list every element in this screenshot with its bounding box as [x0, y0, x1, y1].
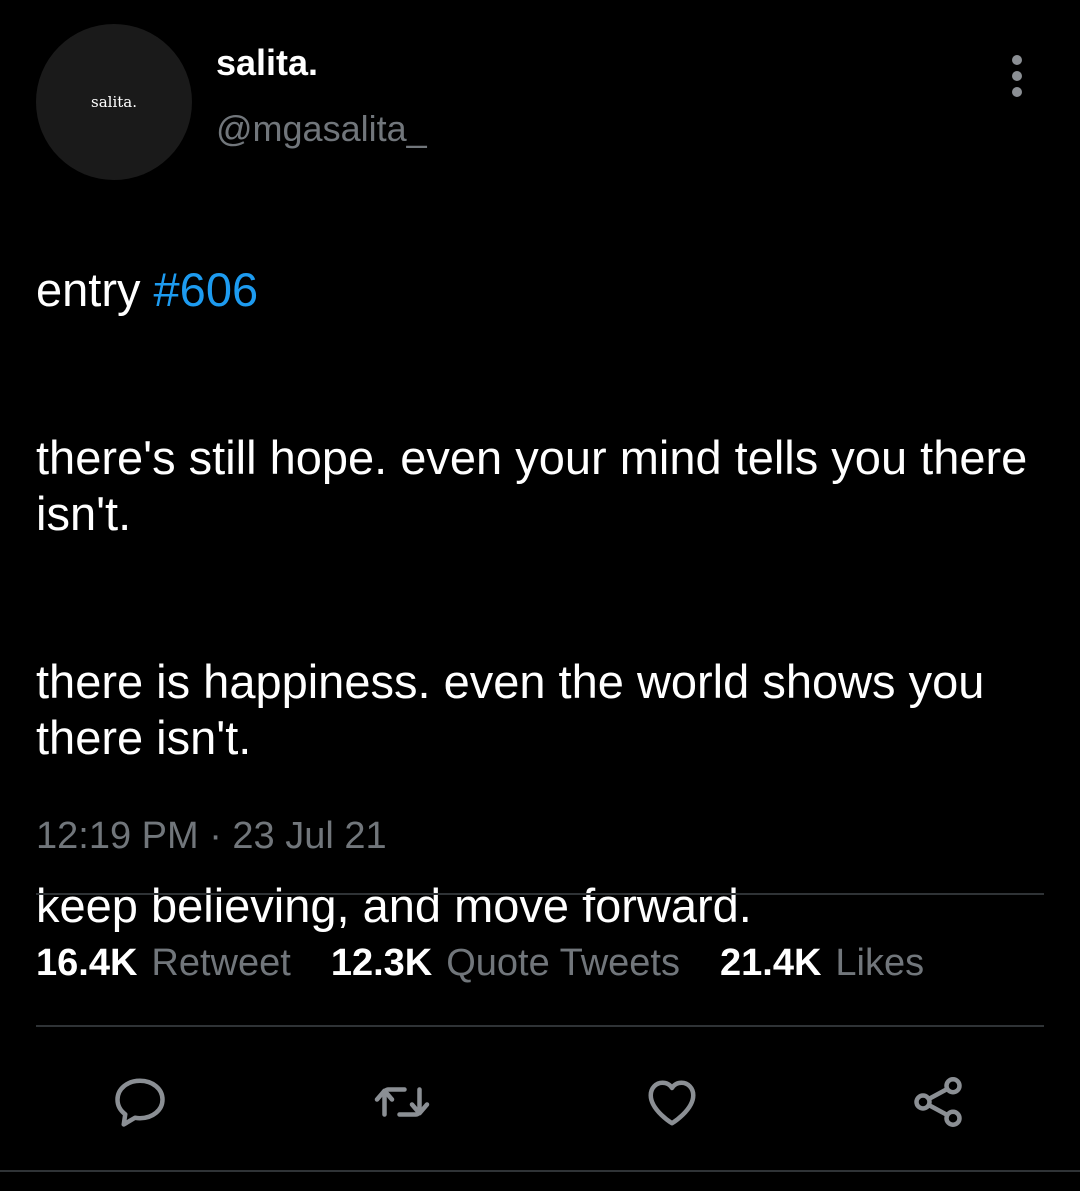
avatar-logo-text: salita. — [91, 93, 137, 111]
heart-icon — [648, 1080, 696, 1126]
likes-count: 21.4K — [720, 942, 822, 984]
tweet-paragraph: there is happiness. even the world shows… — [36, 655, 985, 764]
quote-tweets-count: 12.3K — [330, 942, 433, 984]
tweet-text: entry #606 there's still hope. even your… — [36, 206, 1046, 990]
like-button[interactable] — [640, 1070, 704, 1134]
share-button[interactable] — [906, 1070, 970, 1134]
retweets-stat[interactable]: 16.4K Retweet — [36, 936, 291, 990]
retweets-label: Retweet — [151, 942, 291, 984]
likes-stat[interactable]: 21.4K Likes — [720, 936, 924, 990]
reply-button[interactable] — [108, 1070, 172, 1134]
tweet-paragraph: keep believing, and move forward. — [36, 879, 752, 932]
avatar[interactable]: salita. — [36, 24, 192, 180]
retweet-icon — [374, 1087, 430, 1117]
more-vertical-icon — [1012, 55, 1022, 65]
more-dot — [1012, 71, 1022, 81]
quote-tweets-label: Quote Tweets — [446, 942, 680, 984]
more-dot — [1012, 87, 1022, 97]
hashtag-link[interactable]: #606 — [154, 263, 259, 316]
more-options-button[interactable] — [990, 52, 1044, 100]
reply-icon — [115, 1078, 165, 1127]
engagement-stats: 16.4K Retweet 12.3K Quote Tweets 21.4K L… — [36, 936, 924, 990]
divider — [36, 893, 1044, 895]
quote-tweets-stat[interactable]: 12.3K Quote Tweets — [331, 936, 680, 990]
tweet-paragraph: there's still hope. even your mind tells… — [36, 431, 1028, 540]
tweet-timestamp[interactable]: 12:19 PM · 23 Jul 21 — [36, 812, 387, 860]
display-name[interactable]: salita. — [216, 40, 318, 86]
likes-label: Likes — [835, 942, 925, 984]
user-handle[interactable]: @mgasalita_ — [216, 106, 427, 152]
tweet-detail: salita. salita. @mgasalita_ entry #606 t… — [0, 0, 1080, 1191]
retweets-count: 16.4K — [36, 942, 138, 984]
entry-prefix: entry — [36, 263, 154, 316]
divider — [36, 1025, 1044, 1027]
divider — [0, 1170, 1080, 1172]
retweet-button[interactable] — [370, 1070, 434, 1134]
share-icon — [914, 1077, 962, 1127]
tweet-entry-line: entry #606 — [36, 262, 1046, 318]
